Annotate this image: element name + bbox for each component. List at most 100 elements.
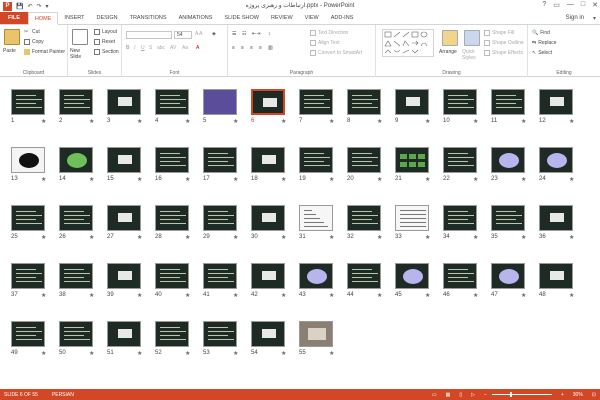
shadow-icon[interactable]: S — [149, 45, 152, 51]
clear-format-icon[interactable]: ◈ — [212, 31, 216, 37]
transition-star-icon[interactable]: ★ — [281, 118, 286, 125]
slide-thumbnail[interactable] — [491, 147, 525, 173]
arrange-icon[interactable] — [442, 30, 458, 46]
tab-animations[interactable]: ANIMATIONS — [173, 12, 219, 24]
transition-star-icon[interactable]: ★ — [569, 118, 574, 125]
slide-thumbnail[interactable] — [395, 263, 429, 289]
transition-star-icon[interactable]: ★ — [329, 292, 334, 299]
slide-thumbnail[interactable] — [155, 147, 189, 173]
slide-thumbnail[interactable] — [155, 205, 189, 231]
slide-thumbnail[interactable] — [251, 89, 285, 115]
slide-thumbnail[interactable] — [251, 147, 285, 173]
find-button[interactable]: 🔍 Find — [532, 30, 550, 36]
transition-star-icon[interactable]: ★ — [521, 176, 526, 183]
quick-styles-icon[interactable] — [464, 30, 480, 46]
transition-star-icon[interactable]: ★ — [89, 118, 94, 125]
convert-smartart-button[interactable]: Convert to SmartArt — [310, 50, 362, 56]
slide-thumbnail[interactable] — [107, 205, 141, 231]
transition-star-icon[interactable]: ★ — [233, 350, 238, 357]
transition-star-icon[interactable]: ★ — [89, 292, 94, 299]
slide-thumbnail[interactable] — [299, 147, 333, 173]
slide-thumbnail[interactable] — [347, 89, 381, 115]
slide-thumbnail[interactable] — [539, 263, 573, 289]
transition-star-icon[interactable]: ★ — [425, 292, 430, 299]
slide-thumbnail[interactable] — [395, 205, 429, 231]
transition-star-icon[interactable]: ★ — [377, 292, 382, 299]
bold-icon[interactable]: B — [126, 45, 130, 51]
slide-thumbnail[interactable] — [59, 89, 93, 115]
help-icon[interactable]: ? — [542, 1, 546, 9]
transition-star-icon[interactable]: ★ — [233, 234, 238, 241]
align-text-button[interactable]: Align Text — [310, 40, 340, 46]
slide-thumbnail[interactable] — [539, 205, 573, 231]
transition-star-icon[interactable]: ★ — [137, 350, 142, 357]
font-size-field[interactable]: 54 — [174, 31, 192, 39]
transition-star-icon[interactable]: ★ — [89, 176, 94, 183]
text-direction-button[interactable]: Text Direction — [310, 30, 348, 36]
transition-star-icon[interactable]: ★ — [473, 176, 478, 183]
slide-thumbnail[interactable] — [299, 205, 333, 231]
strikethrough-icon[interactable]: abc — [157, 45, 165, 51]
slide-thumbnail[interactable] — [203, 147, 237, 173]
change-case-icon[interactable]: Aa — [182, 45, 188, 51]
slide-thumbnail[interactable] — [11, 263, 45, 289]
slide-thumbnail[interactable] — [299, 321, 333, 347]
transition-star-icon[interactable]: ★ — [185, 292, 190, 299]
transition-star-icon[interactable]: ★ — [473, 118, 478, 125]
arrange-button[interactable]: Arrange — [439, 49, 457, 55]
shapes-gallery[interactable] — [382, 29, 434, 57]
copy-button[interactable]: Copy — [24, 39, 44, 45]
transition-star-icon[interactable]: ★ — [521, 118, 526, 125]
transition-star-icon[interactable]: ★ — [137, 234, 142, 241]
slide-thumbnail[interactable] — [59, 263, 93, 289]
transition-star-icon[interactable]: ★ — [281, 350, 286, 357]
layout-button[interactable]: Layout — [94, 29, 117, 35]
transition-star-icon[interactable]: ★ — [41, 350, 46, 357]
indent-icon[interactable]: ⇤⇥ — [252, 31, 260, 37]
slide-thumbnail[interactable] — [251, 263, 285, 289]
transition-star-icon[interactable]: ★ — [473, 234, 478, 241]
maximize-icon[interactable]: □ — [581, 1, 585, 9]
reading-view-icon[interactable]: ▯ — [459, 392, 462, 398]
transition-star-icon[interactable]: ★ — [281, 292, 286, 299]
slide-thumbnail[interactable] — [203, 205, 237, 231]
slide-thumbnail[interactable] — [443, 89, 477, 115]
slide-thumbnail[interactable] — [11, 147, 45, 173]
cut-button[interactable]: ✂ Cut — [24, 29, 40, 35]
bullets-icon[interactable]: ☰ — [232, 31, 236, 37]
transition-star-icon[interactable]: ★ — [89, 350, 94, 357]
slideshow-view-icon[interactable]: ▷ — [471, 392, 475, 398]
tab-review[interactable]: REVIEW — [265, 12, 299, 24]
line-spacing-icon[interactable]: ↕ — [268, 31, 271, 37]
slide-thumbnail[interactable] — [203, 263, 237, 289]
transition-star-icon[interactable]: ★ — [377, 176, 382, 183]
tab-view[interactable]: VIEW — [299, 12, 325, 24]
replace-button[interactable]: ⇆ Replace — [532, 40, 557, 46]
sorter-view-icon[interactable]: ▦ — [446, 392, 451, 398]
slide-thumbnail[interactable] — [395, 147, 429, 173]
align-right-icon[interactable]: ≡ — [250, 45, 253, 51]
slide-thumbnail[interactable] — [203, 89, 237, 115]
slide-thumbnail[interactable] — [443, 147, 477, 173]
slide-thumbnail[interactable] — [347, 263, 381, 289]
numbering-icon[interactable]: ☷ — [242, 31, 246, 37]
slide-thumbnail[interactable] — [11, 89, 45, 115]
transition-star-icon[interactable]: ★ — [137, 176, 142, 183]
transition-star-icon[interactable]: ★ — [377, 234, 382, 241]
slide-thumbnail[interactable] — [491, 205, 525, 231]
justify-icon[interactable]: ≡ — [259, 45, 262, 51]
align-left-icon[interactable]: ≡ — [232, 45, 235, 51]
tab-home[interactable]: HOME — [27, 12, 59, 25]
transition-star-icon[interactable]: ★ — [329, 118, 334, 125]
section-button[interactable]: Section — [94, 49, 119, 55]
transition-star-icon[interactable]: ★ — [569, 234, 574, 241]
transition-star-icon[interactable]: ★ — [329, 234, 334, 241]
slide-thumbnail[interactable] — [11, 321, 45, 347]
slide-thumbnail[interactable] — [11, 205, 45, 231]
close-icon[interactable]: ✕ — [592, 1, 598, 9]
columns-icon[interactable]: ▥ — [268, 45, 273, 51]
zoom-out-icon[interactable]: − — [484, 392, 487, 398]
transition-star-icon[interactable]: ★ — [185, 350, 190, 357]
transition-star-icon[interactable]: ★ — [137, 292, 142, 299]
slide-thumbnail[interactable] — [347, 205, 381, 231]
